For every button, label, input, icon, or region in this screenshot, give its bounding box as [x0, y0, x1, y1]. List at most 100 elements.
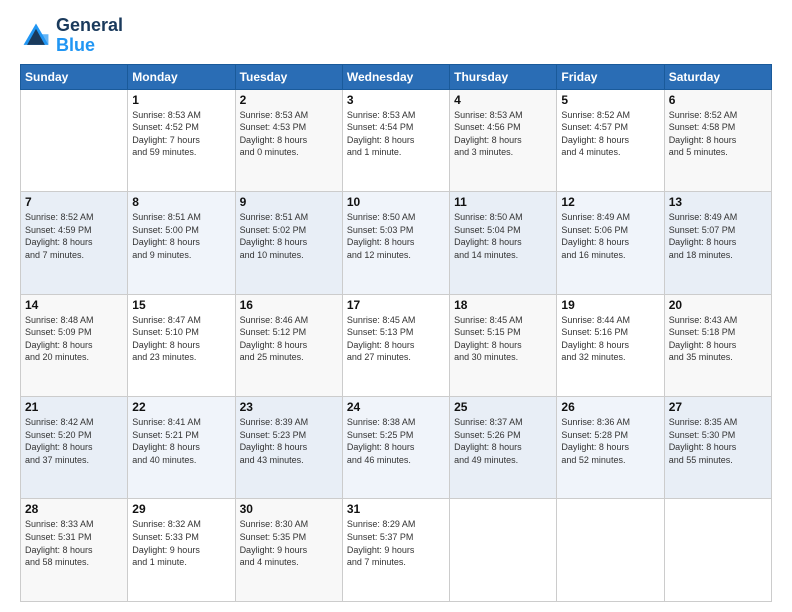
calendar-day-20: 20 Sunrise: 8:43 AM Sunset: 5:18 PM Dayli…	[664, 294, 771, 396]
calendar-day-8: 8 Sunrise: 8:51 AM Sunset: 5:00 PM Daylig…	[128, 192, 235, 294]
day-info: Sunrise: 8:52 AM Sunset: 4:59 PM Dayligh…	[25, 211, 123, 261]
day-number: 14	[25, 298, 123, 312]
day-number: 11	[454, 195, 552, 209]
calendar-day-7: 7 Sunrise: 8:52 AM Sunset: 4:59 PM Daylig…	[21, 192, 128, 294]
calendar-day-5: 5Sunrise: 8:52 AM Sunset: 4:57 PM Daylig…	[557, 89, 664, 191]
calendar-empty-cell	[450, 499, 557, 602]
calendar-empty-cell	[664, 499, 771, 602]
day-number: 6	[669, 93, 767, 107]
day-number: 1	[132, 93, 230, 107]
calendar-day-26: 26Sunrise: 8:36 AM Sunset: 5:28 PM Dayli…	[557, 397, 664, 499]
day-number: 9	[240, 195, 338, 209]
day-number: 10	[347, 195, 445, 209]
calendar-day-27: 27Sunrise: 8:35 AM Sunset: 5:30 PM Dayli…	[664, 397, 771, 499]
calendar-day-28: 28 Sunrise: 8:33 AM Sunset: 5:31 PM Dayli…	[21, 499, 128, 602]
calendar-day-2: 2 Sunrise: 8:53 AM Sunset: 4:53 PM Daylig…	[235, 89, 342, 191]
day-number: 3	[347, 93, 445, 107]
day-info: Sunrise: 8:52 AM Sunset: 4:57 PM Dayligh…	[561, 109, 659, 159]
day-info: Sunrise: 8:45 AM Sunset: 5:15 PM Dayligh…	[454, 314, 552, 364]
calendar-day-6: 6Sunrise: 8:52 AM Sunset: 4:58 PM Daylig…	[664, 89, 771, 191]
day-info: Sunrise: 8:50 AM Sunset: 5:04 PM Dayligh…	[454, 211, 552, 261]
day-info: Sunrise: 8:45 AM Sunset: 5:13 PM Dayligh…	[347, 314, 445, 364]
calendar-day-14: 14 Sunrise: 8:48 AM Sunset: 5:09 PM Dayli…	[21, 294, 128, 396]
day-number: 20	[669, 298, 767, 312]
logo: General Blue	[20, 16, 123, 56]
day-info: Sunrise: 8:42 AM Sunset: 5:20 PM Dayligh…	[25, 416, 123, 466]
day-info: Sunrise: 8:30 AM Sunset: 5:35 PM Dayligh…	[240, 518, 338, 568]
day-info: Sunrise: 8:38 AM Sunset: 5:25 PM Dayligh…	[347, 416, 445, 466]
weekday-header-wednesday: Wednesday	[342, 64, 449, 89]
day-number: 28	[25, 502, 123, 516]
calendar-day-21: 21 Sunrise: 8:42 AM Sunset: 5:20 PM Dayli…	[21, 397, 128, 499]
calendar-day-19: 19 Sunrise: 8:44 AM Sunset: 5:16 PM Dayli…	[557, 294, 664, 396]
day-number: 29	[132, 502, 230, 516]
calendar-day-1: 1 Sunrise: 8:53 AM Sunset: 4:52 PM Daylig…	[128, 89, 235, 191]
day-info: Sunrise: 8:49 AM Sunset: 5:06 PM Dayligh…	[561, 211, 659, 261]
day-info: Sunrise: 8:47 AM Sunset: 5:10 PM Dayligh…	[132, 314, 230, 364]
day-number: 16	[240, 298, 338, 312]
day-info: Sunrise: 8:53 AM Sunset: 4:54 PM Dayligh…	[347, 109, 445, 159]
weekday-header-row: SundayMondayTuesdayWednesdayThursdayFrid…	[21, 64, 772, 89]
day-info: Sunrise: 8:51 AM Sunset: 5:02 PM Dayligh…	[240, 211, 338, 261]
day-info: Sunrise: 8:33 AM Sunset: 5:31 PM Dayligh…	[25, 518, 123, 568]
calendar-week-row: 21 Sunrise: 8:42 AM Sunset: 5:20 PM Dayli…	[21, 397, 772, 499]
day-number: 25	[454, 400, 552, 414]
day-info: Sunrise: 8:53 AM Sunset: 4:53 PM Dayligh…	[240, 109, 338, 159]
day-number: 7	[25, 195, 123, 209]
calendar-day-10: 10 Sunrise: 8:50 AM Sunset: 5:03 PM Dayli…	[342, 192, 449, 294]
calendar-day-16: 16Sunrise: 8:46 AM Sunset: 5:12 PM Dayli…	[235, 294, 342, 396]
day-info: Sunrise: 8:32 AM Sunset: 5:33 PM Dayligh…	[132, 518, 230, 568]
day-info: Sunrise: 8:41 AM Sunset: 5:21 PM Dayligh…	[132, 416, 230, 466]
calendar-day-25: 25 Sunrise: 8:37 AM Sunset: 5:26 PM Dayli…	[450, 397, 557, 499]
day-number: 2	[240, 93, 338, 107]
day-number: 30	[240, 502, 338, 516]
weekday-header-thursday: Thursday	[450, 64, 557, 89]
day-info: Sunrise: 8:37 AM Sunset: 5:26 PM Dayligh…	[454, 416, 552, 466]
day-number: 23	[240, 400, 338, 414]
day-info: Sunrise: 8:51 AM Sunset: 5:00 PM Dayligh…	[132, 211, 230, 261]
day-info: Sunrise: 8:50 AM Sunset: 5:03 PM Dayligh…	[347, 211, 445, 261]
calendar-day-31: 31Sunrise: 8:29 AM Sunset: 5:37 PM Dayli…	[342, 499, 449, 602]
day-number: 26	[561, 400, 659, 414]
calendar-day-13: 13Sunrise: 8:49 AM Sunset: 5:07 PM Dayli…	[664, 192, 771, 294]
day-info: Sunrise: 8:53 AM Sunset: 4:56 PM Dayligh…	[454, 109, 552, 159]
weekday-header-tuesday: Tuesday	[235, 64, 342, 89]
day-info: Sunrise: 8:39 AM Sunset: 5:23 PM Dayligh…	[240, 416, 338, 466]
day-number: 22	[132, 400, 230, 414]
day-number: 13	[669, 195, 767, 209]
weekday-header-saturday: Saturday	[664, 64, 771, 89]
day-info: Sunrise: 8:43 AM Sunset: 5:18 PM Dayligh…	[669, 314, 767, 364]
day-number: 18	[454, 298, 552, 312]
calendar-week-row: 7 Sunrise: 8:52 AM Sunset: 4:59 PM Daylig…	[21, 192, 772, 294]
day-number: 21	[25, 400, 123, 414]
day-info: Sunrise: 8:48 AM Sunset: 5:09 PM Dayligh…	[25, 314, 123, 364]
weekday-header-monday: Monday	[128, 64, 235, 89]
day-number: 19	[561, 298, 659, 312]
calendar-week-row: 14 Sunrise: 8:48 AM Sunset: 5:09 PM Dayli…	[21, 294, 772, 396]
logo-text: General Blue	[56, 16, 123, 56]
calendar-day-29: 29 Sunrise: 8:32 AM Sunset: 5:33 PM Dayli…	[128, 499, 235, 602]
page: General Blue SundayMondayTuesdayWednesda…	[0, 0, 792, 612]
calendar-day-4: 4 Sunrise: 8:53 AM Sunset: 4:56 PM Daylig…	[450, 89, 557, 191]
calendar-day-24: 24Sunrise: 8:38 AM Sunset: 5:25 PM Dayli…	[342, 397, 449, 499]
day-info: Sunrise: 8:44 AM Sunset: 5:16 PM Dayligh…	[561, 314, 659, 364]
day-number: 15	[132, 298, 230, 312]
calendar-week-row: 28 Sunrise: 8:33 AM Sunset: 5:31 PM Dayli…	[21, 499, 772, 602]
day-info: Sunrise: 8:53 AM Sunset: 4:52 PM Dayligh…	[132, 109, 230, 159]
calendar-day-9: 9 Sunrise: 8:51 AM Sunset: 5:02 PM Daylig…	[235, 192, 342, 294]
calendar-empty-cell	[21, 89, 128, 191]
day-number: 8	[132, 195, 230, 209]
day-info: Sunrise: 8:35 AM Sunset: 5:30 PM Dayligh…	[669, 416, 767, 466]
logo-icon	[20, 20, 52, 52]
calendar-table: SundayMondayTuesdayWednesdayThursdayFrid…	[20, 64, 772, 602]
calendar-day-17: 17Sunrise: 8:45 AM Sunset: 5:13 PM Dayli…	[342, 294, 449, 396]
calendar-day-23: 23 Sunrise: 8:39 AM Sunset: 5:23 PM Dayli…	[235, 397, 342, 499]
day-number: 4	[454, 93, 552, 107]
day-number: 31	[347, 502, 445, 516]
calendar-empty-cell	[557, 499, 664, 602]
header: General Blue	[20, 16, 772, 56]
calendar-day-11: 11 Sunrise: 8:50 AM Sunset: 5:04 PM Dayli…	[450, 192, 557, 294]
calendar-day-3: 3 Sunrise: 8:53 AM Sunset: 4:54 PM Daylig…	[342, 89, 449, 191]
day-number: 12	[561, 195, 659, 209]
weekday-header-sunday: Sunday	[21, 64, 128, 89]
